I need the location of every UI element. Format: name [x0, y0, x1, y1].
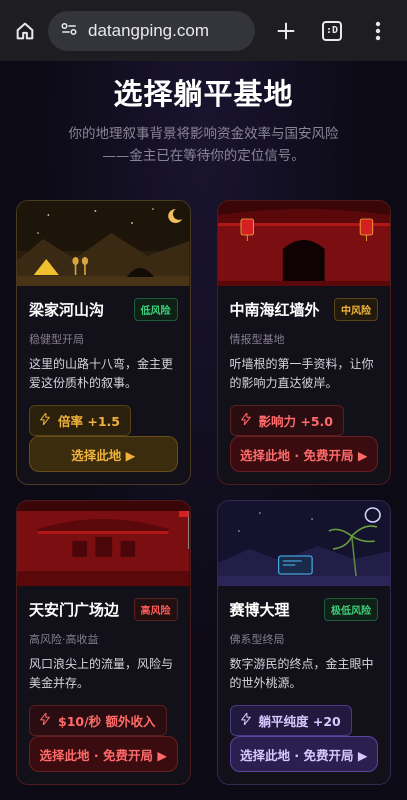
page-subtitle: 你的地理叙事背景将影响资金效率与国安风险 ——金主已在等待你的定位信号。 [0, 123, 407, 167]
card-title: 天安门广场边 [29, 601, 120, 619]
card-tagline: 高风险·高收益 [29, 633, 99, 646]
tab-count: :D [322, 20, 342, 41]
stat-badge: 倍率 +1.5 [29, 405, 131, 436]
subtitle-line-1: 你的地理叙事背景将影响资金效率与国安风险 [68, 126, 339, 142]
risk-badge: 低风险 [133, 298, 178, 321]
base-card-tiananmen[interactable]: 天安门广场边 高风险 高风险·高收益 风口浪尖上的流量，风险与美金并存。 $10… [16, 500, 191, 785]
new-tab-icon[interactable] [267, 12, 305, 50]
subtitle-line-2: ——金主已在等待你的定位信号。 [102, 148, 305, 164]
base-card-liangjiahe[interactable]: 梁家河山沟 低风险 稳健型开局 这里的山路十八弯，金主更爱这份质朴的叙事。 倍率… [16, 200, 191, 485]
stat-badge: 影响力 +5.0 [229, 405, 344, 436]
select-base-button[interactable]: 选择此地 · 免费开局 ▶ [229, 436, 378, 472]
base-card-zhongnanhai[interactable]: 中南海红墙外 中风险 情报型基地 听墙根的第一手资料，让你的影响力直达彼岸。 影… [216, 200, 391, 485]
browser-toolbar: datangping.com :D [0, 0, 407, 61]
card-tagline: 情报型基地 [229, 333, 285, 346]
lightning-icon [240, 412, 251, 428]
risk-badge: 极低风险 [324, 598, 378, 621]
page-title: 选择躺平基地 [113, 77, 294, 111]
risk-badge: 高风险 [133, 598, 178, 621]
card-tagline: 佛系型终局 [229, 633, 285, 646]
lightning-icon [240, 712, 251, 728]
lightning-icon [40, 412, 50, 428]
card-description: 这里的山路十八弯，金主更爱这份质朴的叙事。 [29, 357, 174, 390]
cyber-landscape-illustration [217, 501, 390, 586]
home-icon[interactable] [10, 16, 40, 46]
card-description: 听墙根的第一手资料，让你的影响力直达彼岸。 [229, 357, 374, 390]
card-title: 赛博大理 [229, 601, 290, 619]
mountain-night-illustration [17, 201, 190, 286]
select-base-button[interactable]: 选择此地 ▶ [29, 436, 178, 472]
stat-label: 影响力 +5.0 [258, 414, 333, 429]
card-description: 风口浪尖上的流量，风险与美金并存。 [29, 657, 174, 690]
url-text: datangping.com [88, 20, 209, 40]
select-base-button[interactable]: 选择此地 · 免费开局 ▶ [229, 736, 378, 772]
tab-switcher-button[interactable]: :D [313, 12, 351, 50]
site-settings-icon[interactable] [60, 20, 78, 42]
risk-badge: 中风险 [334, 298, 378, 321]
stat-label: $10/秒 额外收入 [58, 714, 156, 729]
address-bar[interactable]: datangping.com [48, 10, 255, 51]
base-grid: 梁家河山沟 低风险 稳健型开局 这里的山路十八弯，金主更爱这份质朴的叙事。 倍率… [16, 200, 391, 785]
stat-label: 躺平纯度 +20 [258, 714, 341, 729]
page-content: 选择躺平基地 你的地理叙事背景将影响资金效率与国安风险 ——金主已在等待你的定位… [0, 61, 407, 800]
stat-badge: $10/秒 额外收入 [29, 705, 167, 736]
stat-label: 倍率 +1.5 [58, 414, 120, 429]
menu-icon[interactable] [359, 12, 397, 50]
gate-tower-illustration [17, 501, 190, 586]
red-wall-illustration [217, 201, 390, 286]
lightning-icon [40, 712, 50, 728]
card-title: 中南海红墙外 [229, 301, 320, 319]
stat-badge: 躺平纯度 +20 [229, 705, 352, 736]
base-card-cyber-dali[interactable]: 赛博大理 极低风险 佛系型终局 数字游民的终点，金主眼中的世外桃源。 躺平纯度 … [216, 500, 391, 785]
card-tagline: 稳健型开局 [29, 333, 84, 346]
card-title: 梁家河山沟 [29, 301, 105, 319]
select-base-button[interactable]: 选择此地 · 免费开局 ▶ [29, 736, 178, 772]
card-description: 数字游民的终点，金主眼中的世外桃源。 [229, 657, 374, 690]
